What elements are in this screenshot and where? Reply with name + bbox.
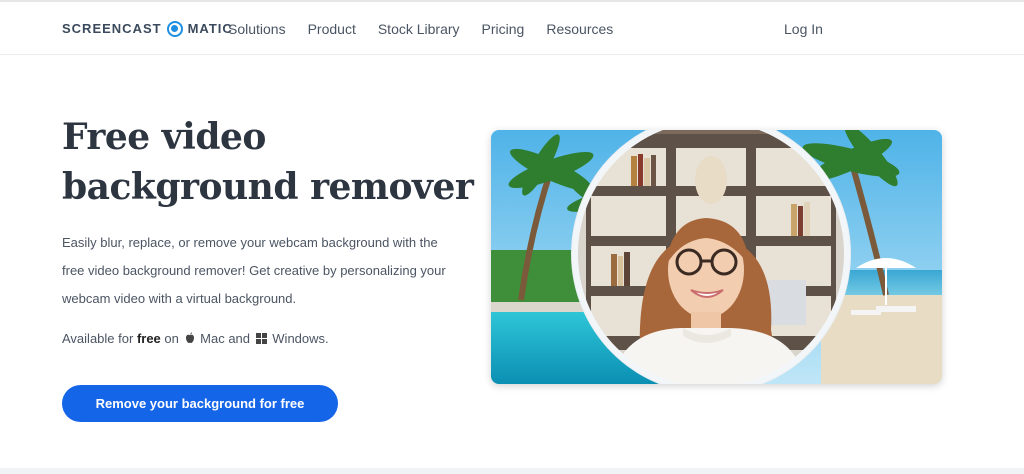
availability-free: free [136, 331, 161, 346]
logo-mark-icon [166, 20, 183, 37]
availability-line: Available for free on Mac and Windows. [62, 331, 329, 346]
hero-image [491, 130, 942, 384]
logo-text-left: SCREENCAST [62, 21, 162, 36]
availability-on: on [164, 331, 179, 346]
nav-stock-library[interactable]: Stock Library [378, 21, 460, 37]
nav-resources[interactable]: Resources [546, 21, 613, 37]
nav-product[interactable]: Product [308, 21, 356, 37]
remove-background-button[interactable]: Remove your background for free [62, 385, 338, 422]
nav-pricing[interactable]: Pricing [482, 21, 525, 37]
apple-icon [185, 332, 194, 343]
primary-nav: Solutions Product Stock Library Pricing … [228, 2, 635, 55]
login-link[interactable]: Log In [784, 2, 823, 55]
screencast-o-matic-logo[interactable]: SCREENCAST MATIC [62, 2, 233, 55]
nav-solutions[interactable]: Solutions [228, 21, 286, 37]
navbar: SCREENCAST MATIC Solutions Product Stock… [0, 2, 1024, 55]
windows-icon [255, 333, 267, 344]
availability-and: and [228, 331, 251, 346]
hero-description: Easily blur, replace, or remove your web… [62, 235, 446, 306]
page-title: Free video background remover [62, 116, 474, 208]
availability-windows: Windows. [272, 331, 329, 346]
webcam-background-removal-illustration [491, 130, 942, 384]
availability-prefix: Available for [62, 331, 134, 346]
bottom-divider [0, 468, 1024, 474]
logo-text-right: MATIC [187, 21, 233, 36]
availability-mac: Mac [200, 331, 225, 346]
